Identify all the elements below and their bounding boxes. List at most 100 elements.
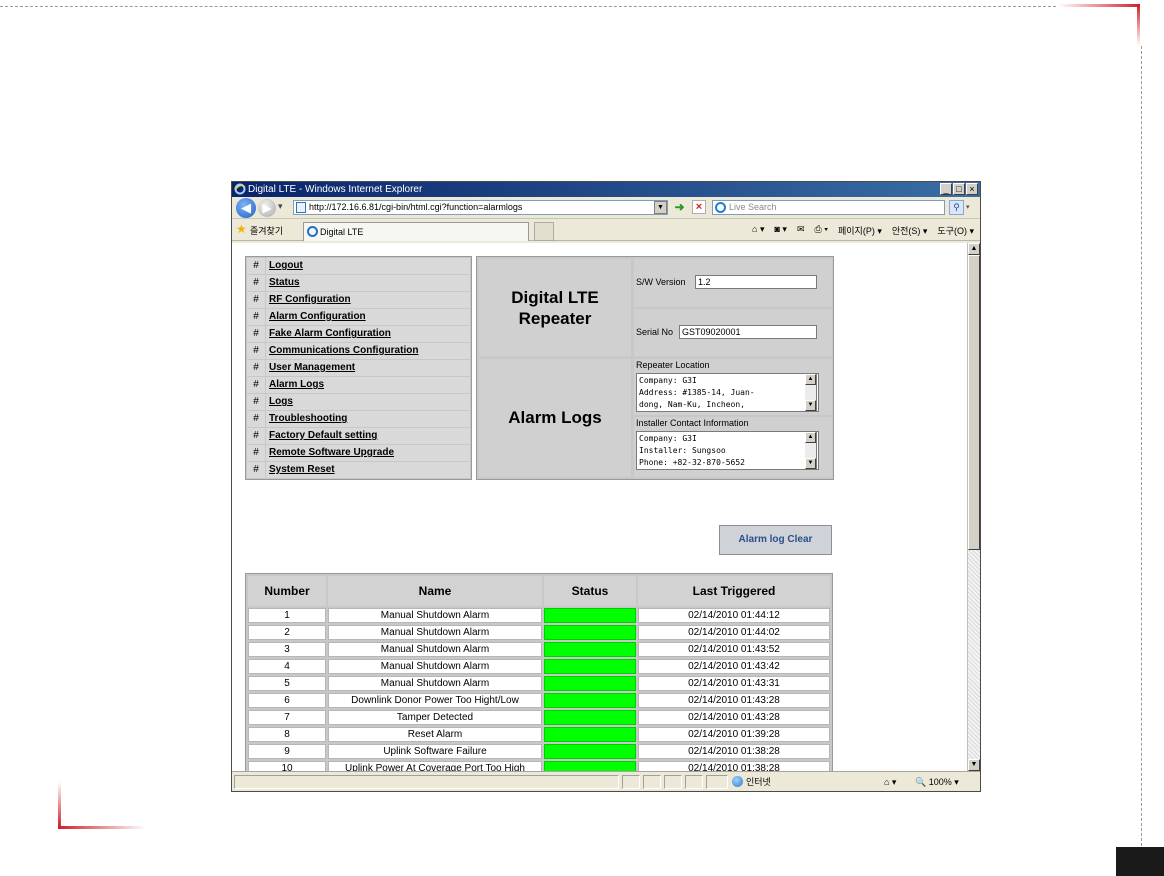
scroll-down-icon[interactable]: ▼ [968, 759, 980, 771]
menu-item-alarm-logs[interactable]: Alarm Logs [266, 377, 470, 393]
menu-row: # Logout [247, 258, 470, 274]
scroll-up-icon[interactable]: ▲ [968, 243, 980, 255]
sw-version-field[interactable]: 1.2 [695, 275, 817, 289]
menu-item-logs[interactable]: Logs [266, 394, 470, 410]
maximize-button[interactable]: □ [953, 183, 965, 195]
table-row: 1 Manual Shutdown Alarm 02/14/2010 01:44:1… [248, 608, 830, 623]
zoom-level[interactable]: 🔍 100% ▾ [915, 776, 959, 788]
page-scrollbar[interactable]: ▲ ▼ [967, 243, 980, 771]
cell-name: Manual Shutdown Alarm [328, 659, 542, 674]
tab-label: Digital LTE [320, 227, 364, 237]
menu-item-rf-configuration[interactable]: RF Configuration [266, 292, 470, 308]
feeds-icon[interactable]: ◙ ▾ [774, 224, 786, 237]
cell-name: Manual Shutdown Alarm [328, 676, 542, 691]
cell-name: Tamper Detected [328, 710, 542, 725]
serial-label: Serial No [636, 327, 674, 337]
cell-last-triggered: 02/14/2010 01:43:28 [638, 710, 830, 725]
scroll-up-icon[interactable]: ▲ [805, 374, 816, 385]
minimize-button[interactable]: _ [940, 183, 952, 195]
menu-item-user-management[interactable]: User Management [266, 360, 470, 376]
safety-menu[interactable]: 안전(S) ▾ [892, 224, 928, 237]
print-icon[interactable]: ⎙ ▾ [815, 224, 828, 237]
location-line: Address: #1385-14, Juan- [639, 388, 755, 397]
menu-item-system-reset[interactable]: System Reset [266, 462, 470, 478]
new-tab-button[interactable] [534, 222, 554, 241]
red-corner-bottom [58, 826, 146, 829]
home-icon[interactable]: ⌂ ▾ [752, 224, 764, 237]
serial-cell: Serial No GST09020001 [634, 309, 832, 356]
mail-icon[interactable]: ✉ [797, 224, 805, 237]
table-row: 5 Manual Shutdown Alarm 02/14/2010 01:43:3… [248, 676, 830, 691]
menu-row: # Fake Alarm Configuration [247, 326, 470, 342]
favorites-label[interactable]: 즐겨찾기 [250, 224, 283, 237]
search-icon[interactable]: ⚲ [949, 200, 964, 215]
menu-hash: # [247, 462, 265, 478]
menu-item-logout[interactable]: Logout [266, 258, 470, 274]
menu-item-fake-alarm-configuration[interactable]: Fake Alarm Configuration [266, 326, 470, 342]
back-arrow-icon[interactable]: ◀ [236, 198, 256, 218]
menu-item-alarm-configuration[interactable]: Alarm Configuration [266, 309, 470, 325]
menu-hash: # [247, 445, 265, 461]
location-scrollbar[interactable]: ▲ ▼ [805, 373, 817, 412]
status-indicator [544, 761, 636, 771]
cell-name: Reset Alarm [328, 727, 542, 742]
url-input[interactable]: http://172.16.6.81/cgi-bin/html.cgi?func… [293, 200, 668, 215]
url-dropdown-icon[interactable]: ▼ [654, 201, 667, 214]
menu-row: # Alarm Logs [247, 377, 470, 393]
menu-row: # Alarm Configuration [247, 309, 470, 325]
menu-hash: # [247, 411, 265, 427]
installer-cell: Installer Contact Information Company: G… [634, 417, 832, 477]
scroll-up-icon[interactable]: ▲ [805, 432, 816, 443]
menu-row: # Communications Configuration [247, 343, 470, 359]
ie-tab-icon [307, 226, 318, 237]
menu-row: # Factory Default setting [247, 428, 470, 444]
menu-item-status[interactable]: Status [266, 275, 470, 291]
tab-digital-lte[interactable]: Digital LTE [303, 222, 529, 241]
cell-last-triggered: 02/14/2010 01:43:31 [638, 676, 830, 691]
internet-zone[interactable]: 인터넷 [732, 776, 771, 788]
table-row: 9 Uplink Software Failure 02/14/2010 01:38… [248, 744, 830, 759]
address-bar: ◀ ▶ ▾ http://172.16.6.81/cgi-bin/html.cg… [232, 197, 980, 219]
forward-arrow-icon[interactable]: ▶ [258, 199, 276, 217]
scroll-down-icon[interactable]: ▼ [805, 458, 816, 469]
stop-icon[interactable]: × [692, 200, 706, 214]
menu-hash: # [247, 275, 265, 291]
table-row: 7 Tamper Detected 02/14/2010 01:43:28 [248, 710, 830, 725]
cell-last-triggered: 02/14/2010 01:38:28 [638, 744, 830, 759]
menu-hash: # [247, 394, 265, 410]
menu-item-remote-software-upgrade[interactable]: Remote Software Upgrade [266, 445, 470, 461]
menu-item-communications-configuration[interactable]: Communications Configuration [266, 343, 470, 359]
red-corner-top [1058, 4, 1140, 7]
menu-row: # Logs [247, 394, 470, 410]
history-dropdown-icon[interactable]: ▾ [278, 201, 283, 212]
search-dropdown-icon[interactable]: ▾ [966, 200, 976, 215]
status-indicator [544, 608, 636, 623]
menu-hash: # [247, 292, 265, 308]
url-text: http://172.16.6.81/cgi-bin/html.cgi?func… [309, 202, 523, 212]
cell-name: Downlink Donor Power Too Hight/Low [328, 693, 542, 708]
scroll-down-icon[interactable]: ▼ [805, 400, 816, 411]
installer-scrollbar[interactable]: ▲ ▼ [805, 431, 817, 470]
installer-textarea[interactable]: Company: G3I Installer: Sungsoo Phone: +… [636, 431, 819, 470]
menu-item-troubleshooting[interactable]: Troubleshooting [266, 411, 470, 427]
serial-field[interactable]: GST09020001 [679, 325, 817, 339]
page-menu[interactable]: 페이지(P) ▾ [838, 224, 882, 237]
go-arrow-icon[interactable]: ➜ [672, 200, 687, 215]
search-input[interactable]: Live Search [712, 200, 945, 215]
page-content: # Logout # Status # RF Configuration # Alarm… [232, 243, 967, 771]
cell-number: 1 [248, 608, 326, 623]
alarm-log-clear-button[interactable]: Alarm log Clear [719, 525, 832, 555]
tools-menu[interactable]: 도구(O) ▾ [937, 224, 974, 237]
device-title: Digital LTE Repeater [479, 259, 631, 356]
status-indicator [544, 693, 636, 708]
star-icon[interactable]: ★ [236, 222, 247, 236]
status-indicator [544, 676, 636, 691]
close-button[interactable]: × [966, 183, 978, 195]
location-textarea[interactable]: Company: G3I Address: #1385-14, Juan- do… [636, 373, 819, 412]
scroll-thumb[interactable] [968, 255, 980, 550]
cell-last-triggered: 02/14/2010 01:43:28 [638, 693, 830, 708]
menu-row: # RF Configuration [247, 292, 470, 308]
cell-number: 4 [248, 659, 326, 674]
protected-mode-icon[interactable]: ⌂ ▾ [884, 776, 896, 788]
menu-item-factory-default-setting[interactable]: Factory Default setting [266, 428, 470, 444]
